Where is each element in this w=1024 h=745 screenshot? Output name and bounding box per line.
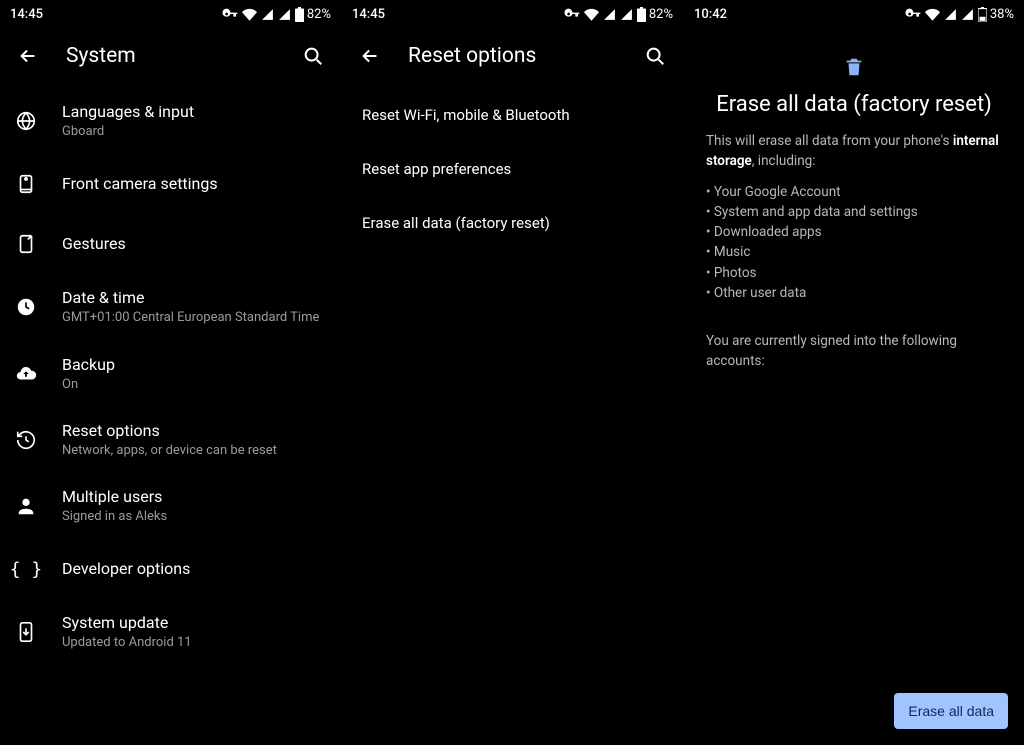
list-item-label: Erase all data (factory reset) <box>362 214 550 232</box>
setting-subtitle: Gboard <box>62 124 194 140</box>
setting-title: System update <box>62 613 192 633</box>
bullet-item: Downloaded apps <box>706 222 1002 242</box>
erase-all-data-row[interactable]: Erase all data (factory reset) <box>342 196 683 250</box>
bullet-item: Your Google Account <box>706 182 1002 202</box>
bullet-item: Other user data <box>706 283 1002 303</box>
app-bar: System <box>0 28 341 84</box>
setting-developer-options[interactable]: { } Developer options <box>0 539 341 599</box>
list-item-label: Reset app preferences <box>362 160 511 178</box>
setting-gestures[interactable]: Gestures <box>0 214 341 274</box>
setting-title: Backup <box>62 355 115 375</box>
cloud-upload-icon <box>14 362 38 386</box>
erase-title: Erase all data (factory reset) <box>706 92 1002 117</box>
status-bar: 14:45 82% <box>342 0 683 28</box>
phone-system-settings: 14:45 82% <box>0 0 341 745</box>
setting-system-update[interactable]: System update Updated to Android 11 <box>0 599 341 665</box>
setting-date-time[interactable]: Date & time GMT+01:00 Central European S… <box>0 274 341 340</box>
status-time: 14:45 <box>10 7 43 22</box>
setting-backup[interactable]: Backup On <box>0 341 341 407</box>
signal-icon <box>603 8 616 21</box>
search-button[interactable] <box>635 36 675 76</box>
page-title: System <box>66 44 293 68</box>
accounts-note: You are currently signed into the follow… <box>706 331 1002 372</box>
status-time: 10:42 <box>694 7 727 22</box>
setting-title: Gestures <box>62 234 126 254</box>
vpn-key-icon <box>564 6 580 22</box>
bullet-item: Music <box>706 242 1002 262</box>
setting-subtitle: Signed in as Aleks <box>62 509 167 525</box>
battery-icon <box>978 7 987 22</box>
setting-title: Developer options <box>62 559 190 579</box>
setting-title: Languages & input <box>62 102 194 122</box>
restore-icon <box>14 428 38 452</box>
intro-prefix: This will erase all data from your phone… <box>706 133 953 149</box>
setting-reset-options[interactable]: Reset options Network, apps, or device c… <box>0 407 341 473</box>
page-title: Reset options <box>408 44 635 68</box>
status-battery-pct: 38% <box>990 7 1014 22</box>
signal-icon <box>944 8 957 21</box>
reset-app-preferences[interactable]: Reset app preferences <box>342 142 683 196</box>
setting-subtitle: Updated to Android 11 <box>62 635 192 651</box>
back-button[interactable] <box>8 36 48 76</box>
vpn-key-icon <box>222 6 238 22</box>
system-update-icon <box>14 620 38 644</box>
battery-icon <box>295 7 304 22</box>
status-time: 14:45 <box>352 7 385 22</box>
back-button[interactable] <box>350 36 390 76</box>
status-bar: 10:42 38% <box>684 0 1024 28</box>
erase-footer: Erase all data <box>894 693 1008 729</box>
phone-reset-options: 14:45 82% <box>341 0 683 745</box>
setting-subtitle: GMT+01:00 Central European Standard Time <box>62 310 319 326</box>
vpn-key-icon <box>905 6 921 22</box>
status-right: 82% <box>222 6 331 22</box>
status-right: 38% <box>905 6 1014 22</box>
setting-subtitle: Network, apps, or device can be reset <box>62 443 277 459</box>
erase-body: This will erase all data from your phone… <box>706 131 1002 372</box>
setting-subtitle: On <box>62 377 115 393</box>
wifi-icon <box>925 7 940 22</box>
setting-multiple-users[interactable]: Multiple users Signed in as Aleks <box>0 473 341 539</box>
erase-bullets: Your Google Account System and app data … <box>706 182 1002 304</box>
erase-content: Erase all data (factory reset) This will… <box>684 28 1024 372</box>
clock-icon <box>14 295 38 319</box>
wifi-icon <box>242 7 257 22</box>
wifi-icon <box>584 7 599 22</box>
setting-front-camera[interactable]: Front camera settings <box>0 154 341 214</box>
reset-wifi-mobile-bt[interactable]: Reset Wi-Fi, mobile & Bluetooth <box>342 88 683 142</box>
list-item-label: Reset Wi-Fi, mobile & Bluetooth <box>362 106 570 124</box>
phone-erase-all-data: 10:42 38% <box>683 0 1024 745</box>
trash-icon <box>706 56 1002 78</box>
setting-title: Front camera settings <box>62 174 218 194</box>
intro-suffix: , including: <box>752 153 816 169</box>
app-bar: Reset options <box>342 28 683 84</box>
signal-icon-2 <box>620 8 633 21</box>
setting-title: Multiple users <box>62 487 167 507</box>
gestures-icon <box>14 232 38 256</box>
front-camera-icon <box>14 172 38 196</box>
setting-languages-input[interactable]: Languages & input Gboard <box>0 88 341 154</box>
settings-list: Languages & input Gboard Front camera se… <box>0 84 341 670</box>
status-right: 82% <box>564 6 673 22</box>
bullet-item: Photos <box>706 263 1002 283</box>
setting-title: Date & time <box>62 288 319 308</box>
status-bar: 14:45 82% <box>0 0 341 28</box>
bullet-item: System and app data and settings <box>706 202 1002 222</box>
battery-icon <box>637 7 646 22</box>
globe-icon <box>14 109 38 133</box>
status-battery-pct: 82% <box>307 7 331 22</box>
setting-title: Reset options <box>62 421 277 441</box>
search-button[interactable] <box>293 36 333 76</box>
braces-icon: { } <box>14 557 38 581</box>
signal-icon-2 <box>961 8 974 21</box>
status-battery-pct: 82% <box>649 7 673 22</box>
erase-all-data-button[interactable]: Erase all data <box>894 693 1008 729</box>
signal-icon-2 <box>278 8 291 21</box>
signal-icon <box>261 8 274 21</box>
person-icon <box>14 494 38 518</box>
reset-options-list: Reset Wi-Fi, mobile & Bluetooth Reset ap… <box>342 84 683 254</box>
